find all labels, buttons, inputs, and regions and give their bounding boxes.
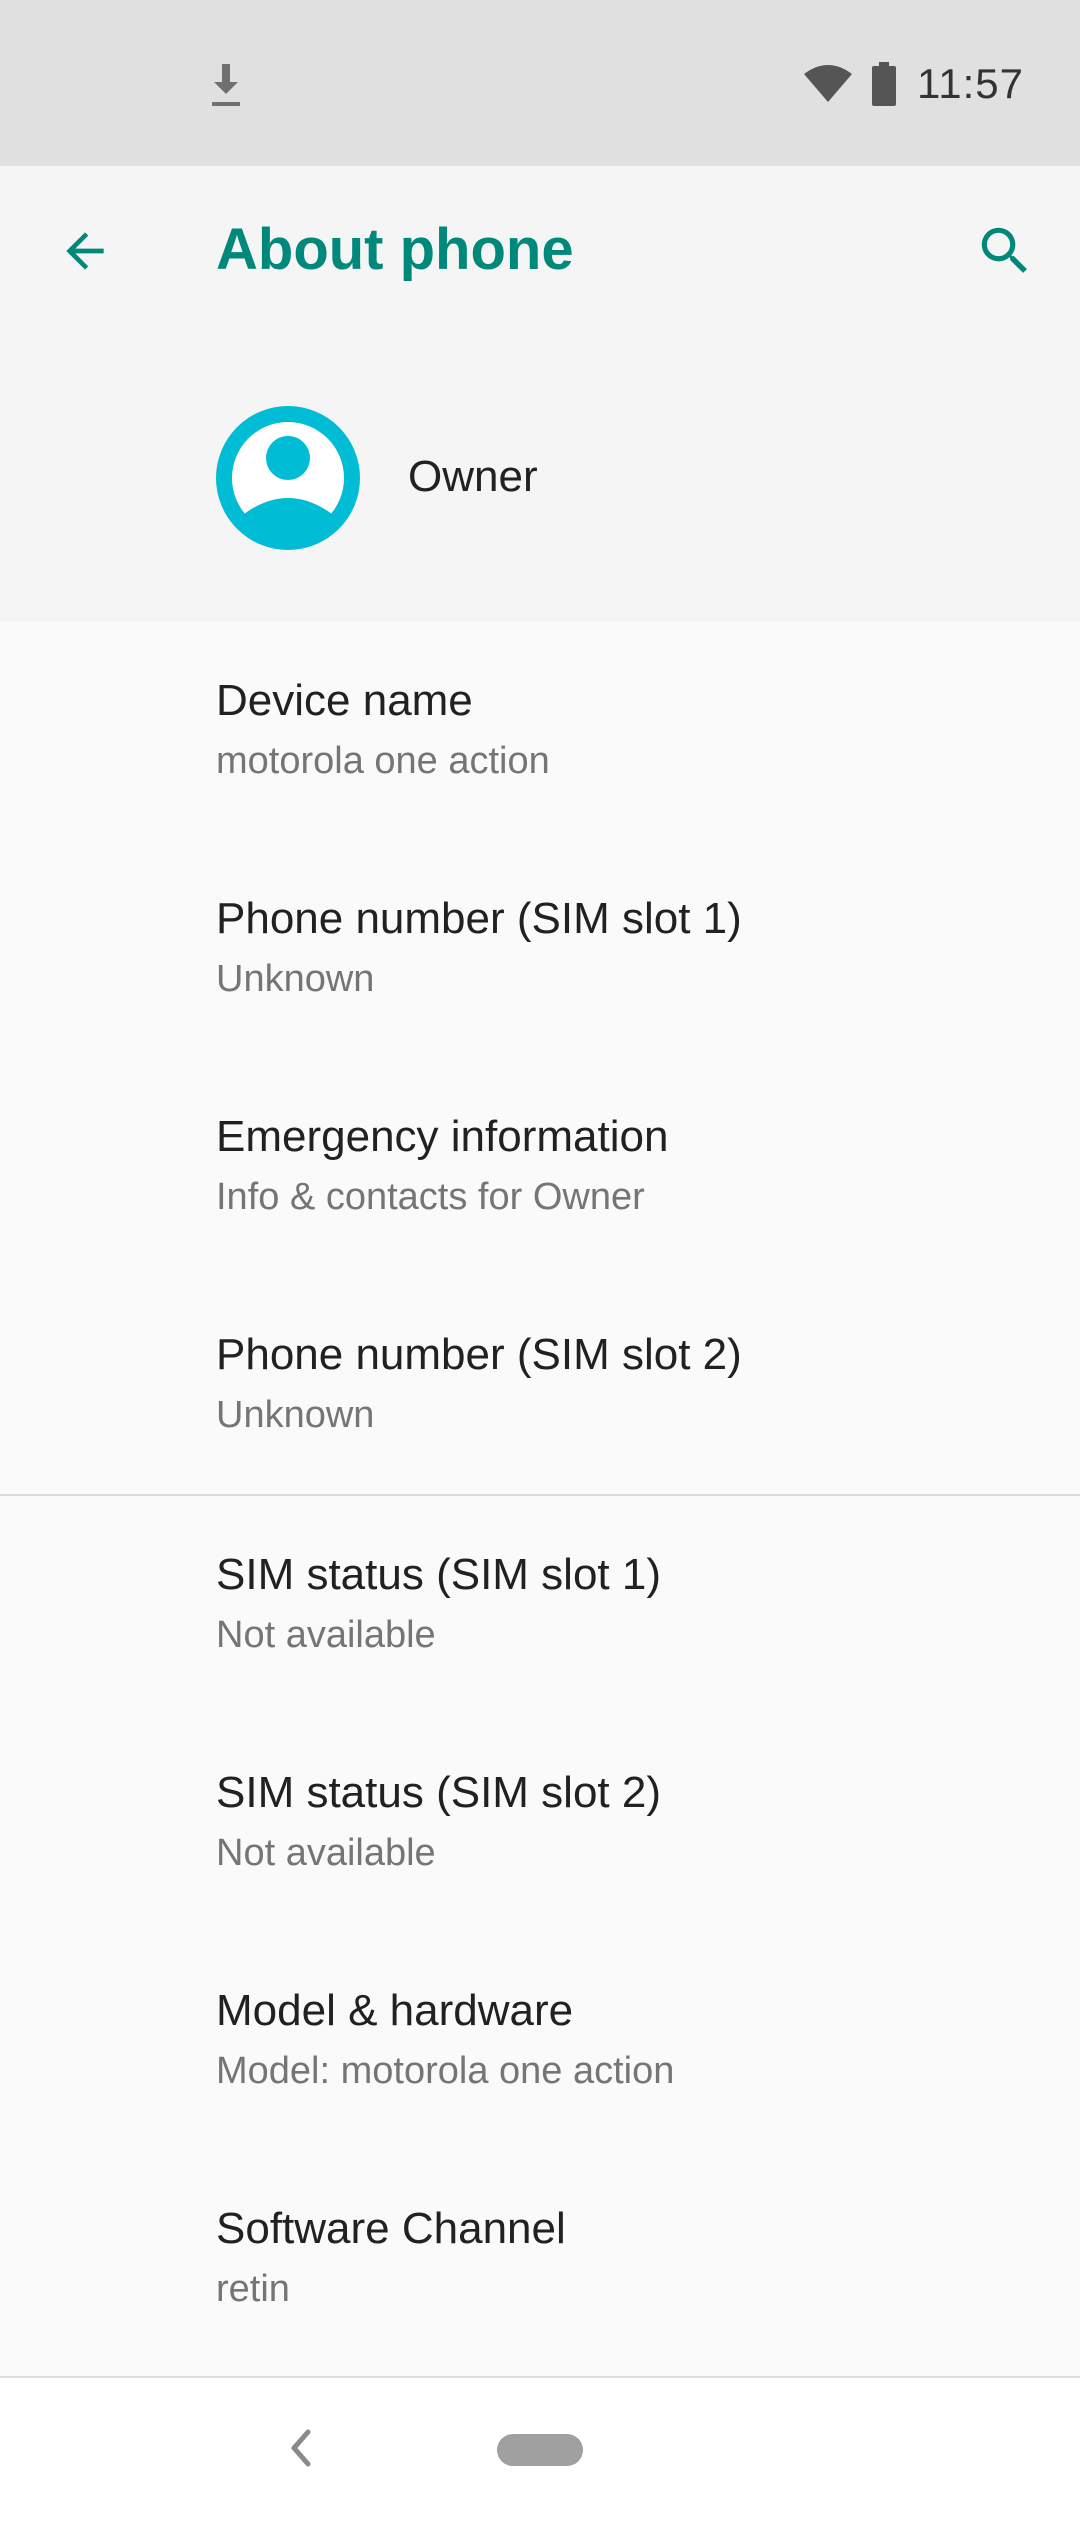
item-subtitle: motorola one action <box>216 740 550 782</box>
search-icon <box>981 227 1027 273</box>
item-title: Model & hardware <box>216 1986 574 2035</box>
item-title: SIM status (SIM slot 1) <box>216 1550 661 1599</box>
page-title: About phone <box>216 217 574 282</box>
owner-name[interactable]: Owner <box>408 452 538 502</box>
arrow-back-icon <box>66 232 104 270</box>
item-subtitle: Not available <box>216 1832 436 1874</box>
status-bar: 11:57 <box>0 0 1080 166</box>
item-subtitle: Model: motorola one action <box>216 2050 675 2092</box>
battery-icon <box>872 62 896 106</box>
item-title: SIM status (SIM slot 2) <box>216 1768 661 1817</box>
download-icon <box>212 64 240 106</box>
item-title: Phone number (SIM slot 1) <box>216 894 742 943</box>
navigation-bar <box>0 2376 1080 2522</box>
item-title: Emergency information <box>216 1112 669 1161</box>
search-button[interactable] <box>960 206 1050 296</box>
setting-sim-status-sim1[interactable]: SIM status (SIM slot 1) Not available <box>0 1496 1080 1714</box>
item-title: Software Channel <box>216 2204 566 2253</box>
account-circle-icon[interactable] <box>216 406 360 550</box>
status-icons: 11:57 <box>803 52 1024 116</box>
back-button[interactable] <box>40 206 130 296</box>
item-subtitle: Info & contacts for Owner <box>216 1176 645 1218</box>
setting-sim-status-sim2[interactable]: SIM status (SIM slot 2) Not available <box>0 1714 1080 1932</box>
item-title: Phone number (SIM slot 2) <box>216 1330 742 1379</box>
nav-back-icon[interactable] <box>276 2420 326 2476</box>
wifi-icon <box>804 65 852 102</box>
status-time: 11:57 <box>917 60 1024 107</box>
setting-device-name[interactable]: Device name motorola one action <box>0 622 1080 840</box>
setting-emergency-information[interactable]: Emergency information Info & contacts fo… <box>0 1058 1080 1276</box>
item-subtitle: Unknown <box>216 958 375 1000</box>
item-title: Device name <box>216 676 473 725</box>
app-header: About phone Owner <box>0 166 1080 622</box>
setting-phone-number-sim2[interactable]: Phone number (SIM slot 2) Unknown <box>0 1276 1080 1494</box>
home-pill-icon[interactable] <box>497 2434 583 2466</box>
setting-phone-number-sim1[interactable]: Phone number (SIM slot 1) Unknown <box>0 840 1080 1058</box>
item-subtitle: Unknown <box>216 1394 375 1436</box>
item-subtitle: Not available <box>216 1614 436 1656</box>
settings-list: Device name motorola one action Phone nu… <box>0 622 1080 2368</box>
setting-software-channel[interactable]: Software Channel retin <box>0 2150 1080 2368</box>
item-subtitle: retin <box>216 2268 290 2310</box>
setting-model-hardware[interactable]: Model & hardware Model: motorola one act… <box>0 1932 1080 2150</box>
